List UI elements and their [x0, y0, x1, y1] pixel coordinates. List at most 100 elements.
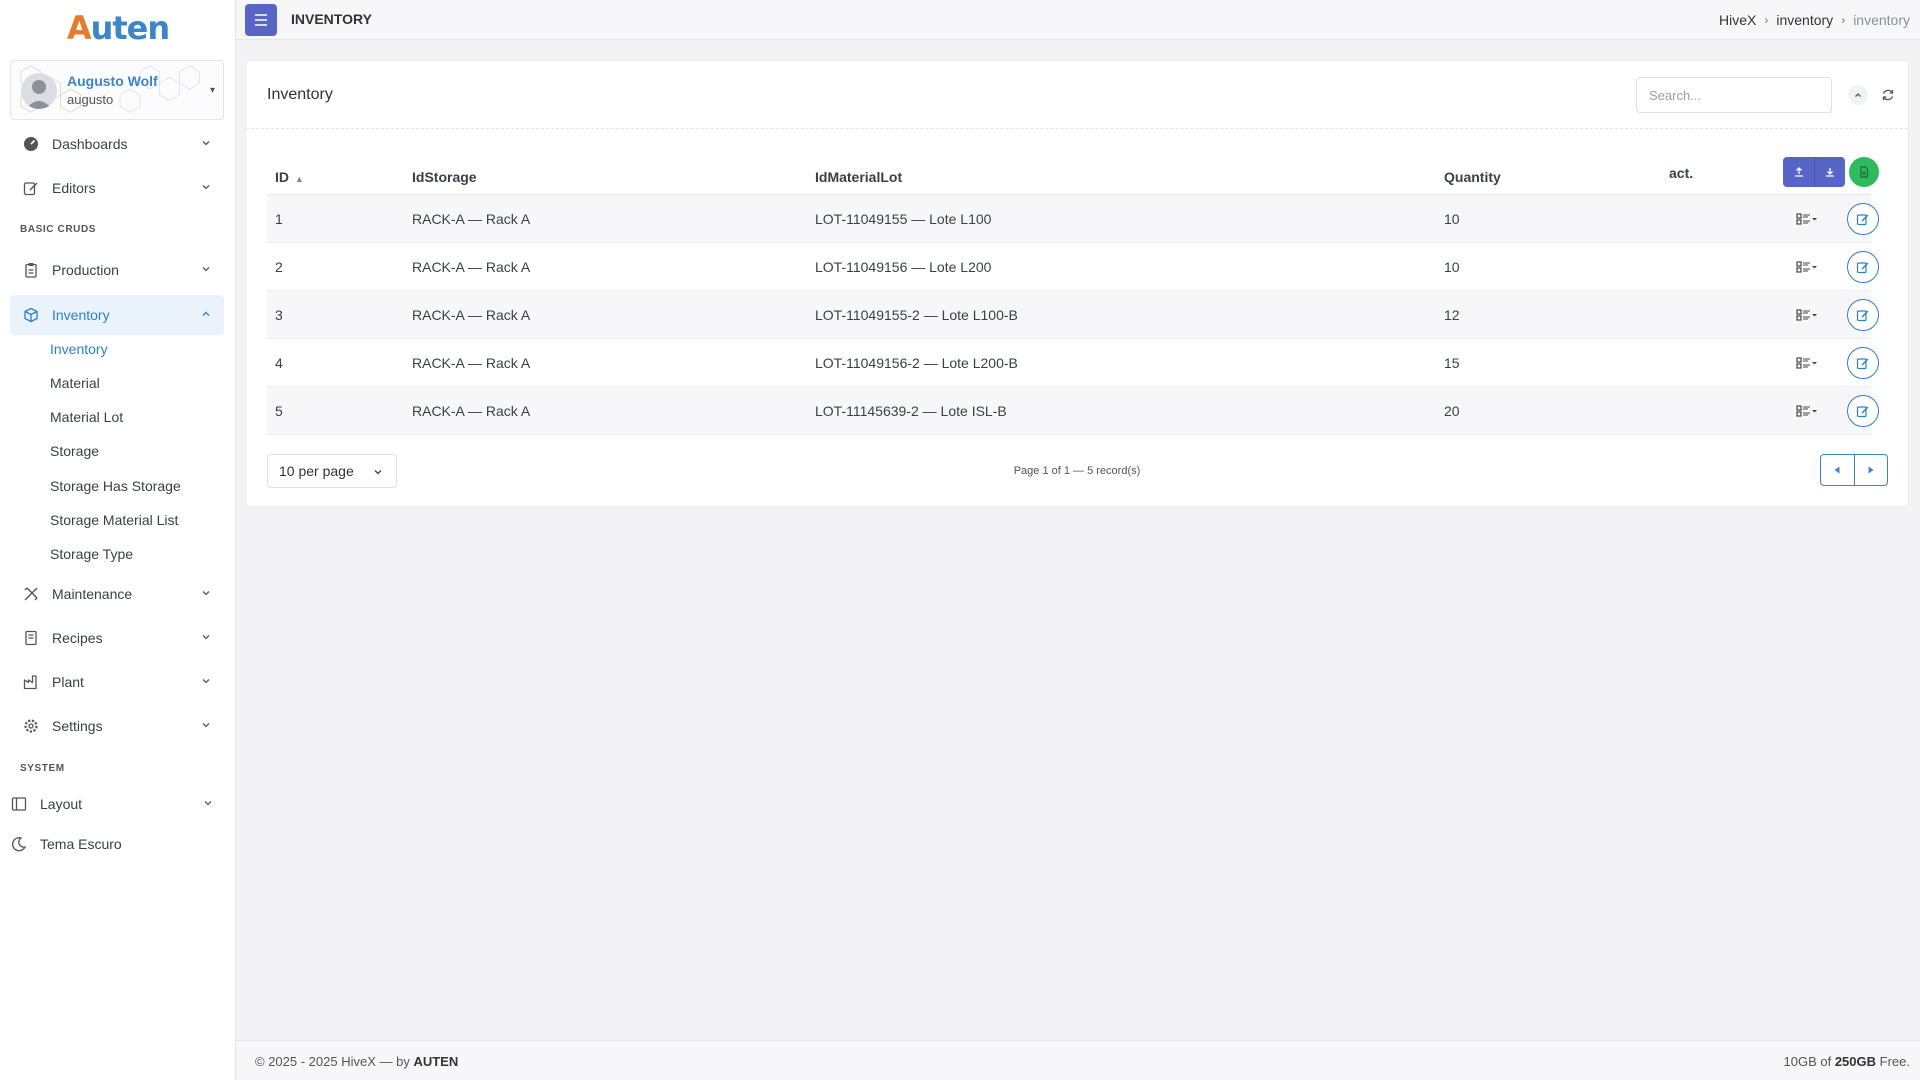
sidebar-item-plant[interactable]: Plant	[10, 662, 224, 702]
edit-icon	[1856, 358, 1869, 370]
row-options-dropdown[interactable]	[1793, 401, 1821, 421]
sidebar-item-recipes[interactable]: Recipes	[10, 618, 224, 658]
next-page-button[interactable]	[1853, 455, 1887, 485]
column-header-quantity[interactable]: Quantity	[1444, 169, 1501, 185]
sidebar-subitem-material[interactable]: Material	[50, 375, 100, 391]
clipboard-icon	[22, 261, 40, 279]
cell-quantity: 20	[1444, 403, 1460, 419]
chevron-down-icon	[202, 591, 210, 596]
sidebar-item-settings[interactable]: Settings	[10, 706, 224, 746]
list-options-icon	[1796, 405, 1817, 417]
cell-storage: RACK-A — Rack A	[412, 355, 531, 371]
breadcrumb: HiveX › inventory › inventory	[1719, 12, 1910, 28]
user-name: Augusto Wolf	[67, 73, 158, 89]
sidebar-item-label: Dashboards	[52, 136, 128, 152]
sidebar-subitem-material-lot[interactable]: Material Lot	[50, 409, 123, 425]
edit-row-button[interactable]	[1847, 251, 1879, 283]
column-header-idmateriallot[interactable]: IdMaterialLot	[815, 169, 902, 185]
topbar: INVENTORY HiveX › inventory › inventory	[237, 0, 1920, 40]
edit-row-button[interactable]	[1847, 299, 1879, 331]
section-label-system: SYSTEM	[20, 763, 65, 774]
search-input[interactable]	[1636, 77, 1832, 113]
app-logo[interactable]: Auten	[0, 0, 236, 56]
edit-icon	[1856, 262, 1869, 274]
cell-storage: RACK-A — Rack A	[412, 259, 531, 275]
triangle-left-icon	[1834, 466, 1840, 474]
sidebar-subitem-storage-type[interactable]: Storage Type	[50, 546, 133, 562]
cell-storage: RACK-A — Rack A	[412, 307, 531, 323]
caret-down-icon[interactable]: ▾	[210, 85, 215, 96]
column-header-actions: act.	[1669, 165, 1694, 181]
cell-material-lot: LOT-11145639-2 — Lote ISL-B	[815, 403, 1007, 419]
edit-icon	[1856, 214, 1869, 226]
row-options-dropdown[interactable]	[1793, 353, 1821, 373]
chevron-down-icon	[202, 635, 210, 640]
sidebar-item-editors[interactable]: Editors	[10, 168, 224, 208]
footer-brand[interactable]: AUTEN	[413, 1054, 458, 1069]
cell-material-lot: LOT-11049156-2 — Lote L200-B	[815, 355, 1018, 371]
cell-storage: RACK-A — Rack A	[412, 403, 531, 419]
table-row[interactable]: 2 RACK-A — Rack A LOT-11049156 — Lote L2…	[267, 243, 1879, 291]
cell-id: 2	[275, 259, 283, 275]
row-options-dropdown[interactable]	[1793, 305, 1821, 325]
page-title: INVENTORY	[291, 11, 372, 27]
box-icon	[22, 306, 40, 324]
column-header-idstorage[interactable]: IdStorage	[412, 169, 477, 185]
chevron-down-icon	[202, 267, 210, 272]
sidebar-item-inventory[interactable]: Inventory	[10, 295, 224, 335]
layout-icon	[10, 795, 28, 813]
upload-button[interactable]	[1783, 157, 1814, 187]
sidebar-item-production[interactable]: Production	[10, 250, 224, 290]
cell-material-lot: LOT-11049155-2 — Lote L100-B	[815, 307, 1018, 323]
sidebar-subitem-inventory[interactable]: Inventory	[50, 341, 108, 357]
edit-icon	[1856, 406, 1869, 418]
dark-theme-toggle[interactable]: Tema Escuro	[0, 824, 226, 864]
row-options-dropdown[interactable]	[1793, 257, 1821, 277]
sidebar-item-maintenance[interactable]: Maintenance	[10, 574, 224, 614]
upload-icon	[1794, 167, 1803, 177]
sidebar-item-layout[interactable]: Layout	[0, 784, 226, 824]
sidebar-item-label: Production	[52, 262, 119, 278]
previous-page-button[interactable]	[1821, 455, 1854, 485]
edit-row-button[interactable]	[1847, 203, 1879, 235]
sidebar-subitem-storage[interactable]: Storage	[50, 443, 99, 459]
table-row[interactable]: 3 RACK-A — Rack A LOT-11049155-2 — Lote …	[267, 291, 1879, 339]
cell-quantity: 15	[1444, 355, 1460, 371]
chevron-down-icon	[202, 185, 210, 190]
edit-row-button[interactable]	[1847, 347, 1879, 379]
sidebar-subitem-storage-has-storage[interactable]: Storage Has Storage	[50, 478, 181, 494]
menu-toggle-button[interactable]	[245, 4, 277, 36]
sidebar-item-label: Settings	[52, 718, 103, 734]
table-row[interactable]: 5 RACK-A — Rack A LOT-11145639-2 — Lote …	[267, 387, 1879, 435]
cell-quantity: 10	[1444, 211, 1460, 227]
edit-icon	[1856, 310, 1869, 322]
chevron-up-icon	[202, 311, 210, 316]
table-row[interactable]: 4 RACK-A — Rack A LOT-11049156-2 — Lote …	[267, 339, 1879, 387]
triangle-right-icon	[1868, 466, 1874, 474]
row-options-dropdown[interactable]	[1793, 209, 1821, 229]
user-card[interactable]: Augusto Wolf augusto ▾	[10, 60, 224, 120]
cell-quantity: 12	[1444, 307, 1460, 323]
breadcrumb-item-inventory[interactable]: inventory	[1776, 12, 1833, 28]
table-row[interactable]: 1 RACK-A — Rack A LOT-11049155 — Lote L1…	[267, 195, 1879, 243]
cell-storage: RACK-A — Rack A	[412, 211, 531, 227]
sidebar-item-label: Tema Escuro	[40, 836, 122, 852]
sidebar-subitem-storage-material-list[interactable]: Storage Material List	[50, 512, 178, 528]
chevron-down-icon	[202, 679, 210, 684]
export-excel-button[interactable]	[1849, 157, 1879, 187]
cell-id: 1	[275, 211, 283, 227]
download-button[interactable]	[1814, 157, 1845, 187]
breadcrumb-item-hivex[interactable]: HiveX	[1719, 12, 1756, 28]
user-login: augusto	[67, 92, 114, 107]
refresh-button[interactable]	[1878, 85, 1898, 105]
sidebar-item-dashboards[interactable]: Dashboards	[10, 124, 224, 164]
column-header-id[interactable]: ID ▲	[275, 169, 304, 185]
sidebar-item-label: Layout	[40, 796, 83, 812]
cell-material-lot: LOT-11049156 — Lote L200	[815, 259, 992, 275]
chevron-right-icon: ›	[1841, 13, 1846, 27]
sort-ascending-icon: ▲	[294, 174, 304, 184]
collapse-button[interactable]	[1848, 85, 1868, 105]
sidebar: Auten Augusto Wolf augusto ▾ Dashboards …	[0, 0, 236, 1080]
edit-row-button[interactable]	[1847, 395, 1879, 427]
inventory-table: ID ▲ IdStorage IdMaterialLot Quantity ac…	[267, 153, 1879, 435]
